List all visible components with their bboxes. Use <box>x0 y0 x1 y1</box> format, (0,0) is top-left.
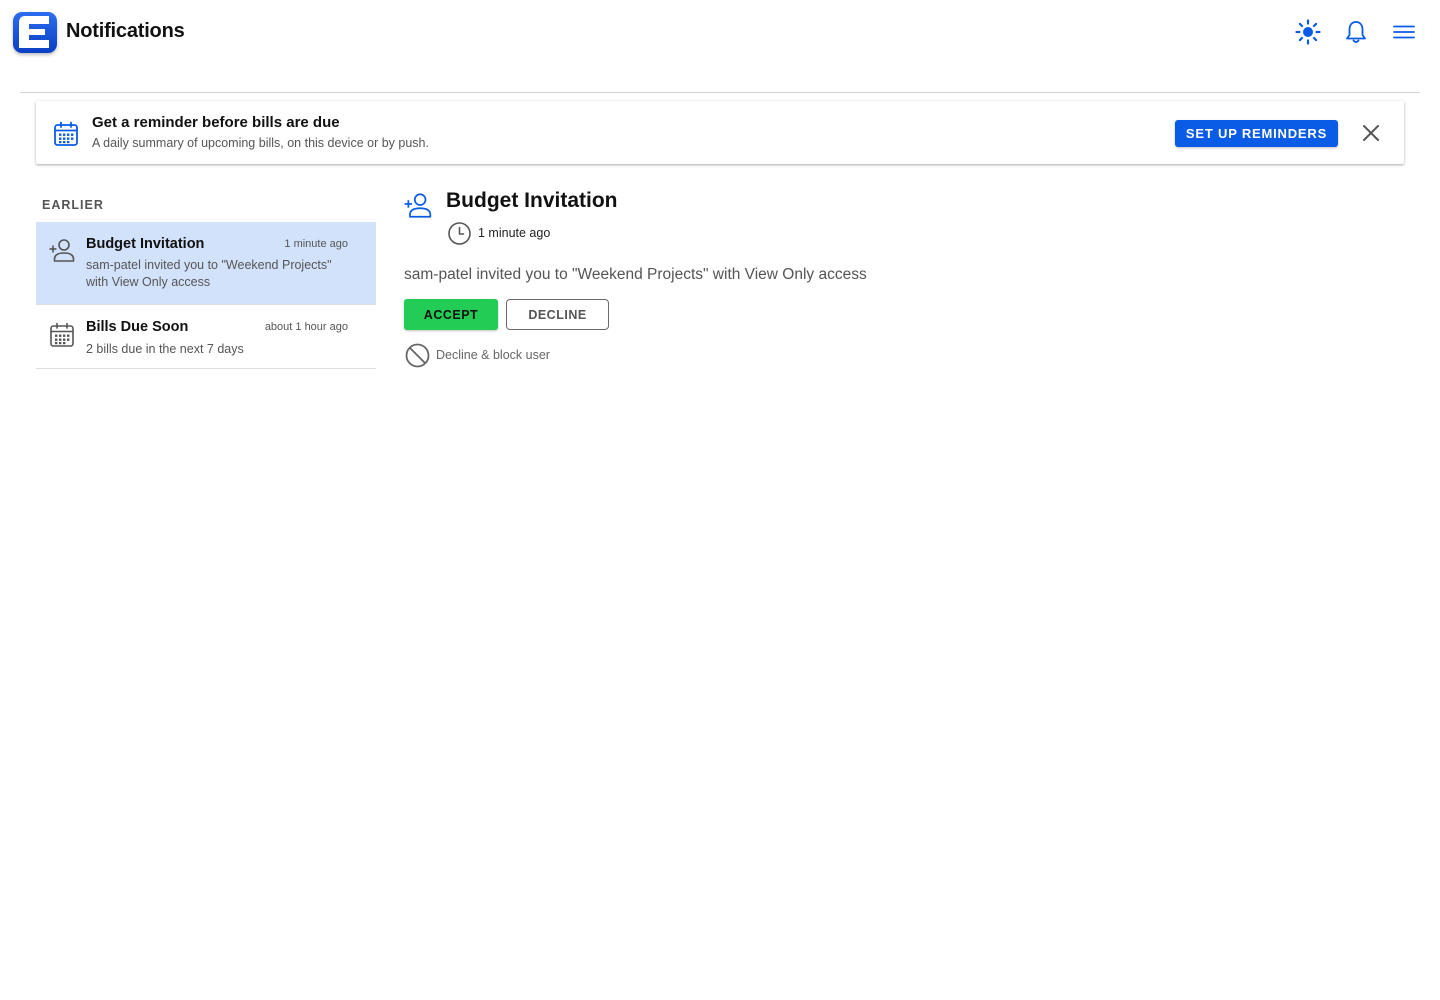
app-header: Notifications <box>0 0 1440 66</box>
banner-subtitle: A daily summary of upcoming bills, on th… <box>92 136 429 150</box>
list-item-bills-due-soon[interactable]: Bills Due Soon about 1 hour ago 2 bills … <box>36 305 376 369</box>
banner-title: Get a reminder before bills are due <box>92 114 340 131</box>
calendar-icon <box>48 321 76 349</box>
sun-icon[interactable] <box>1294 18 1322 46</box>
reminder-banner: Get a reminder before bills are due A da… <box>36 101 1404 164</box>
calendar-icon <box>52 120 80 148</box>
bell-icon[interactable] <box>1342 18 1370 46</box>
detail-time: 1 minute ago <box>478 226 551 240</box>
list-item-time: about 1 hour ago <box>264 321 348 333</box>
list-item-budget-invitation[interactable]: Budget Invitation 1 minute ago sam-patel… <box>36 222 376 305</box>
list-item-title: Budget Invitation <box>86 236 205 252</box>
header-divider <box>20 92 1420 93</box>
add-person-icon <box>48 236 76 264</box>
detail-message: sam-patel invited you to "Weekend Projec… <box>404 266 867 283</box>
close-icon[interactable] <box>1359 121 1383 145</box>
page-title: Notifications <box>66 20 185 42</box>
decline-and-block-label: Decline & block user <box>436 348 550 362</box>
app-logo[interactable] <box>13 12 57 53</box>
list-item-body: sam-patel invited you to "Weekend Projec… <box>86 258 332 289</box>
detail-title: Budget Invitation <box>446 189 618 212</box>
decline-button[interactable]: DECLINE <box>506 299 609 330</box>
accept-button[interactable]: ACCEPT <box>404 299 498 330</box>
notification-list: Budget Invitation 1 minute ago sam-patel… <box>36 222 376 369</box>
add-person-icon <box>403 190 433 220</box>
list-item-time: 1 minute ago <box>284 238 348 250</box>
menu-icon[interactable] <box>1390 18 1418 46</box>
list-item-title: Bills Due Soon <box>86 319 189 335</box>
clock-icon <box>447 221 472 246</box>
section-label-earlier: EARLIER <box>42 198 104 212</box>
list-item-body: 2 bills due in the next 7 days <box>86 342 244 356</box>
set-up-reminders-button[interactable]: SET UP REMINDERS <box>1175 120 1338 147</box>
block-icon <box>404 342 431 369</box>
